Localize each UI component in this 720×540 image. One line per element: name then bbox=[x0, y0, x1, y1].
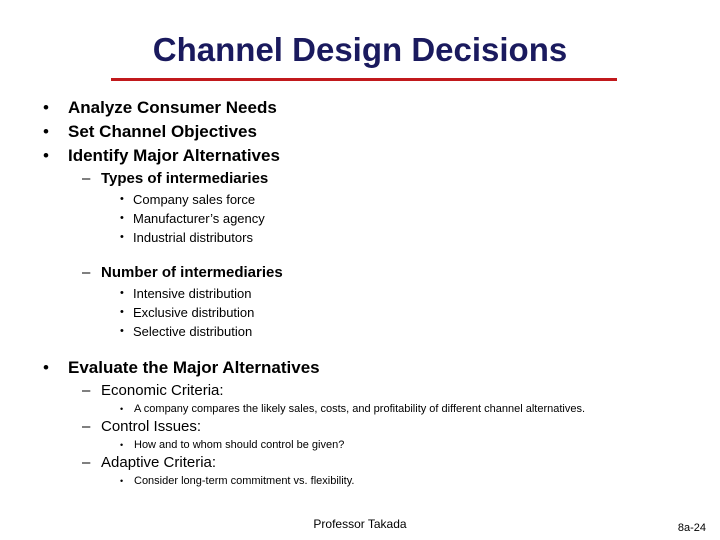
bullet-marker-icon: • bbox=[120, 287, 124, 299]
dash-marker-icon: – bbox=[82, 170, 91, 187]
bullet-marker-icon: • bbox=[120, 231, 124, 243]
footer-page-number: 8a-24 bbox=[677, 522, 706, 534]
bullet-marker-icon: • bbox=[120, 404, 124, 414]
bullet-marker-icon: • bbox=[43, 358, 49, 377]
outline-item-label: Exclusive distribution bbox=[133, 305, 255, 320]
footer-author: Professor Takada bbox=[313, 517, 407, 531]
outline-item-level-1: • Set Channel Objectives bbox=[0, 120, 720, 144]
outline-item-label: Intensive distribution bbox=[133, 286, 252, 301]
dash-marker-icon: – bbox=[82, 264, 91, 281]
outline-item-label: Industrial distributors bbox=[133, 230, 253, 245]
bullet-marker-icon: • bbox=[120, 325, 124, 337]
outline-item-label: Manufacturer’s agency bbox=[133, 211, 265, 226]
slide-canvas: Channel Design Decisions • Analyze Consum… bbox=[0, 0, 720, 540]
outline-item-label: Number of intermediaries bbox=[101, 264, 283, 281]
outline-item-label: Analyze Consumer Needs bbox=[68, 98, 277, 117]
outline-item-level-2: – Control Issues: bbox=[0, 416, 720, 438]
page-title: Channel Design Decisions bbox=[152, 31, 568, 68]
bullet-marker-icon: • bbox=[43, 146, 49, 165]
bullet-marker-icon: • bbox=[120, 440, 124, 450]
outline-item-level-2: – Number of intermediaries bbox=[0, 262, 720, 284]
dash-marker-icon: – bbox=[82, 418, 91, 435]
outline-item-level-4: • A company compares the likely sales, co… bbox=[0, 402, 720, 416]
outline-item-label: Consider long-term commitment vs. flexib… bbox=[134, 475, 355, 487]
outline-item-label: Control Issues: bbox=[101, 418, 202, 435]
outline-item-level-2: – Adaptive Criteria: bbox=[0, 452, 720, 474]
outline-item-level-1: • Evaluate the Major Alternatives bbox=[0, 356, 720, 380]
outline-body: • Analyze Consumer Needs • Set Channel Obje… bbox=[0, 96, 720, 488]
outline-item-level-2: – Economic Criteria: bbox=[0, 380, 720, 402]
outline-item-level-1: • Analyze Consumer Needs bbox=[0, 96, 720, 120]
outline-item-level-2: – Types of intermediaries bbox=[0, 168, 720, 190]
bullet-marker-icon: • bbox=[43, 122, 49, 141]
bullet-marker-icon: • bbox=[120, 212, 124, 224]
outline-item-label: How and to whom should control be given? bbox=[134, 439, 345, 451]
bullet-marker-icon: • bbox=[120, 193, 124, 205]
outline-item-level-3: • Exclusive distribution bbox=[0, 303, 720, 322]
title-underline-rule bbox=[111, 78, 617, 81]
outline-item-level-3: • Selective distribution bbox=[0, 322, 720, 341]
outline-item-label: A company compares the likely sales, cos… bbox=[134, 403, 586, 415]
bullet-marker-icon: • bbox=[120, 306, 124, 318]
outline-item-level-3: • Company sales force bbox=[0, 190, 720, 209]
outline-item-level-3: • Intensive distribution bbox=[0, 284, 720, 303]
outline-item-label: Adaptive Criteria: bbox=[101, 454, 217, 471]
outline-item-level-4: • How and to whom should control be given… bbox=[0, 438, 720, 452]
bullet-marker-icon: • bbox=[43, 98, 49, 117]
outline-item-level-1: • Identify Major Alternatives bbox=[0, 144, 720, 168]
outline-item-label: Selective distribution bbox=[133, 324, 253, 339]
outline-item-label: Types of intermediaries bbox=[101, 170, 269, 187]
outline-item-level-4: • Consider long-term commitment vs. flexi… bbox=[0, 474, 720, 488]
outline-item-label: Identify Major Alternatives bbox=[68, 146, 280, 165]
outline-item-level-3: • Manufacturer’s agency bbox=[0, 209, 720, 228]
outline-item-label: Set Channel Objectives bbox=[68, 122, 257, 141]
outline-item-label: Evaluate the Major Alternatives bbox=[68, 358, 320, 377]
dash-marker-icon: – bbox=[82, 454, 91, 471]
dash-marker-icon: – bbox=[82, 382, 91, 399]
outline-item-label: Company sales force bbox=[133, 192, 256, 207]
bullet-marker-icon: • bbox=[120, 476, 124, 486]
outline-item-level-3: • Industrial distributors bbox=[0, 228, 720, 247]
outline-item-label: Economic Criteria: bbox=[101, 382, 224, 399]
